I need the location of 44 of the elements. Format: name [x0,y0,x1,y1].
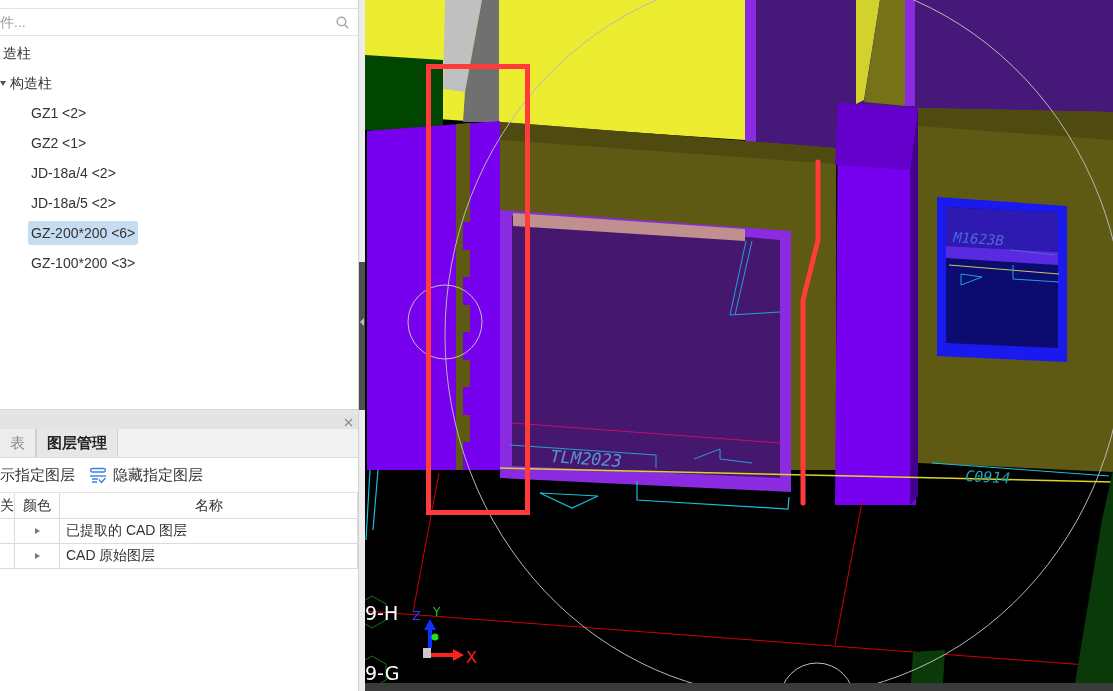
tree-item[interactable]: GZ1 <2> [28,101,90,125]
tree-item[interactable]: 构造柱 [7,71,55,95]
grid-axis-label: 9-H [365,602,399,624]
axis-label: Y [433,605,441,619]
show-layers-button[interactable]: 示指定图层 [0,465,75,485]
column-notch [463,277,470,305]
cad-label: M1623B [952,229,1005,249]
layer-name: 已提取的 CAD 图层 [66,522,188,540]
layer-name: CAD 原始图层 [66,547,156,565]
cad-symbol [539,492,599,509]
cad-label: TLM2023 [549,446,623,471]
axis-label: Z [412,608,421,623]
scrollbar-thumb[interactable] [359,262,365,410]
caret-icon[interactable] [34,553,40,559]
layers-icon [89,466,107,484]
cad-label: C0914 [964,467,1011,488]
column-header: 关 [0,493,15,519]
tree-item[interactable]: JD-18a/5 <2> [28,191,119,215]
axis-label: X [466,648,477,667]
splitter-bar[interactable] [359,0,365,691]
hide-layers-button[interactable]: 隐藏指定图层 [89,465,203,485]
close-icon[interactable] [344,417,353,427]
tree-item[interactable]: JD-18a/4 <2> [28,161,119,185]
column-notch [463,387,470,415]
panel-tab[interactable]: 图层管理 [36,429,118,457]
tree-item[interactable]: GZ2 <1> [28,131,90,155]
3d-viewport[interactable]: M1623B TLM2023 C0914 9-H 9-G Z Y X [365,0,1113,691]
column-notch [463,442,470,470]
caret-icon[interactable] [0,80,6,86]
tree-item[interactable]: 造柱 [0,41,34,65]
column-header: 颜色 [15,493,60,519]
tree-item[interactable]: GZ-200*200 <6> [28,221,139,245]
column-notch [463,222,470,250]
cad-symbol [1012,264,1060,283]
cad-line [1009,249,1056,256]
column-notch [463,332,470,360]
column-header: 名称 [60,493,358,519]
cad-symbol [693,448,753,464]
axis-triad-icon [423,619,464,661]
tree-item[interactable]: GZ-100*200 <3> [28,251,139,275]
grid-axis-label: 9-G [365,662,400,683]
cad-symbol [960,273,983,286]
caret-icon[interactable] [34,528,40,534]
search-icon[interactable] [336,15,349,29]
